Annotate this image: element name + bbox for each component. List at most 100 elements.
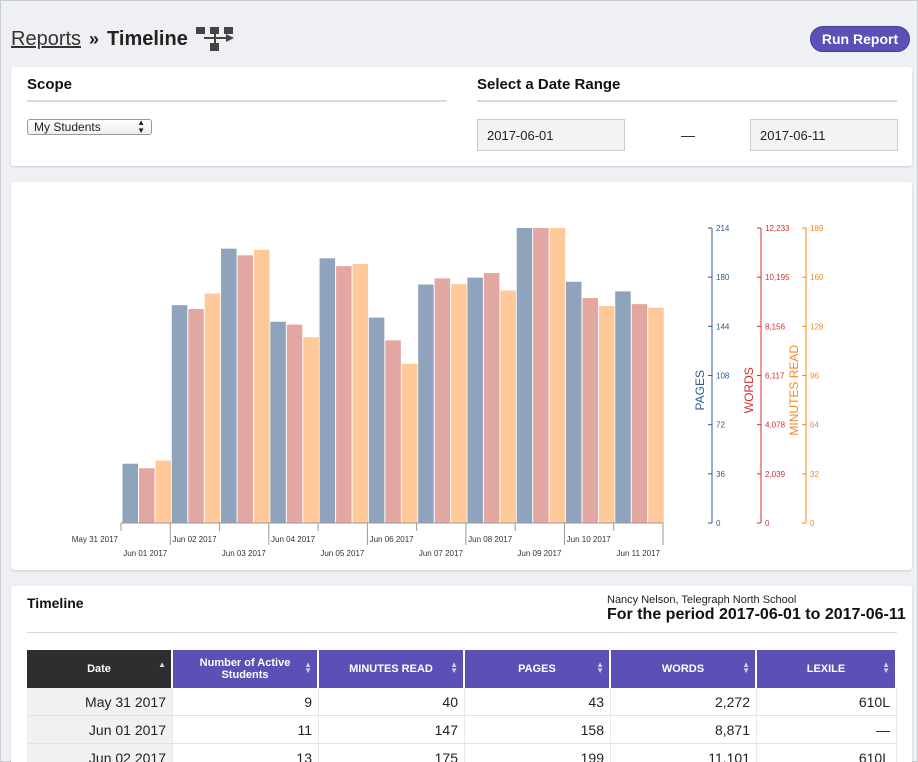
sort-icon[interactable]: ▲ ▼ (882, 661, 890, 675)
bar-pages (565, 281, 582, 523)
scope-card: Scope My Students ▲ ▼ Select a Date Range… (11, 67, 912, 166)
bar-words (336, 266, 352, 523)
sort-icon[interactable]: ▲ ▼ (596, 661, 604, 675)
y-axis-label: MINUTES READ (787, 345, 801, 436)
y-tick-label: 10,195 (765, 273, 790, 282)
y-tick-label: 12,233 (765, 224, 790, 233)
table-header-row: Date ▲ Number of Active Students ▲ ▼ MINUTES … (27, 650, 897, 688)
y-tick-label: 6,117 (765, 372, 785, 381)
bar-pages (122, 463, 138, 523)
y-tick-label: 72 (716, 421, 725, 430)
bar-minutes-read (401, 363, 418, 523)
report-owner: Nancy Nelson, Telegraph North School (607, 594, 797, 606)
table-cell: 610L (757, 688, 897, 716)
bar-words (483, 272, 500, 523)
timeline-table: Date ▲ Number of Active Students ▲ ▼ MINUTES … (27, 650, 897, 762)
x-tick-label: Jun 08 2017 (468, 535, 513, 544)
table-row: Jun 02 2017 13 175 199 11,101 610L (27, 744, 897, 762)
bar-pages (516, 228, 533, 523)
y-tick-label: 0 (765, 519, 770, 528)
y-tick-label: 180 (716, 273, 730, 282)
column-header-label: PAGES (518, 663, 556, 675)
column-header-pages[interactable]: PAGES ▲ ▼ (465, 650, 611, 688)
bar-pages (319, 258, 336, 523)
column-header-lexile[interactable]: LEXILE ▲ ▼ (757, 650, 897, 688)
table-divider (27, 632, 897, 633)
y-tick-label: 8,156 (765, 322, 786, 331)
y-tick-label: 128 (810, 322, 824, 331)
bar-words (385, 340, 401, 523)
table-cell: 11 (173, 716, 319, 744)
bar-minutes-read (254, 249, 270, 523)
table-cell: 199 (465, 744, 611, 762)
bar-minutes-read (352, 263, 369, 523)
y-tick-label: 2,039 (765, 470, 786, 479)
bar-minutes-read (204, 293, 221, 523)
end-date-input[interactable]: 2017-06-11 (750, 119, 898, 151)
column-header-words[interactable]: WORDS ▲ ▼ (611, 650, 757, 688)
sort-icon[interactable]: ▲ ▼ (304, 661, 312, 675)
table-card: Timeline Nancy Nelson, Telegraph North S… (11, 586, 912, 762)
column-header-date[interactable]: Date ▲ (27, 650, 173, 688)
table-cell: 9 (173, 688, 319, 716)
sort-icon[interactable]: ▲ ▼ (450, 661, 458, 675)
bar-pages (418, 284, 434, 523)
x-tick-label: Jun 05 2017 (320, 549, 365, 558)
x-tick-label: Jun 04 2017 (271, 535, 316, 544)
page-title: Timeline (107, 27, 188, 50)
column-header-minutes-read[interactable]: MINUTES READ ▲ ▼ (319, 650, 465, 688)
bar-pages (270, 321, 286, 523)
y-tick-label: 0 (716, 519, 721, 528)
table-body: May 31 2017 9 40 43 2,272 610L Jun 01 2017 11 14… (27, 688, 897, 762)
column-header-label: WORDS (661, 663, 705, 675)
bar-minutes-read (500, 290, 516, 523)
column-header-number-of-active-students[interactable]: Number of Active Students ▲ ▼ (173, 650, 319, 688)
bar-words (582, 298, 598, 523)
scope-select-value: My Students (34, 120, 101, 134)
bar-words (286, 324, 303, 523)
table-cell: 2,272 (611, 688, 757, 716)
table-cell: 8,871 (611, 716, 757, 744)
bar-words (533, 228, 549, 523)
sort-icon[interactable]: ▲ ▼ (742, 661, 750, 675)
bar-pages (171, 305, 188, 523)
bar-minutes-read (155, 460, 171, 523)
x-tick-label: Jun 07 2017 (419, 549, 464, 558)
breadcrumb-reports-link[interactable]: Reports (11, 28, 81, 51)
date-dash: — (681, 127, 695, 143)
start-date-input[interactable]: 2017-06-01 (477, 119, 625, 151)
y-tick-label: 144 (716, 322, 730, 331)
bar-words (237, 255, 254, 524)
breadcrumb: Reports » Timeline (11, 26, 236, 52)
y-tick-label: 214 (716, 224, 730, 233)
x-tick-label: Jun 02 2017 (172, 535, 217, 544)
y-tick-label: 189 (810, 224, 824, 233)
bar-minutes-read (303, 337, 319, 523)
scope-select[interactable]: My Students ▲ ▼ (27, 119, 152, 135)
table-cell: — (757, 716, 897, 744)
x-tick-label: Jun 03 2017 (222, 549, 267, 558)
timeline-chart: May 31 2017 Jun 01 2017 Jun 02 2017 Jun 03 … (72, 224, 824, 558)
x-tick-label: Jun 10 2017 (567, 535, 612, 544)
x-tick-label: Jun 06 2017 (370, 535, 415, 544)
bar-minutes-read (598, 306, 615, 523)
bar-pages (615, 291, 631, 523)
chart-card: May 31 2017 Jun 01 2017 Jun 02 2017 Jun 03 … (11, 182, 912, 570)
table-row: May 31 2017 9 40 43 2,272 610L (27, 688, 897, 716)
run-report-button[interactable]: Run Report (810, 26, 910, 52)
table-cell: 610L (757, 744, 897, 762)
column-header-label: Number of Active Students (199, 657, 291, 681)
y-axis-label: WORDS (742, 367, 756, 413)
y-tick-label: 64 (810, 421, 819, 430)
y-tick-label: 36 (716, 470, 725, 479)
table-cell: 175 (319, 744, 465, 762)
y-tick-label: 160 (810, 273, 824, 282)
table-cell: 147 (319, 716, 465, 744)
bar-pages (221, 248, 237, 524)
table-cell: 43 (465, 688, 611, 716)
sort-icon[interactable]: ▲ (158, 661, 166, 669)
table-cell: Jun 01 2017 (27, 716, 173, 744)
column-header-label: Date (87, 663, 111, 675)
y-tick-label: 108 (716, 372, 730, 381)
scope-divider (27, 100, 447, 102)
